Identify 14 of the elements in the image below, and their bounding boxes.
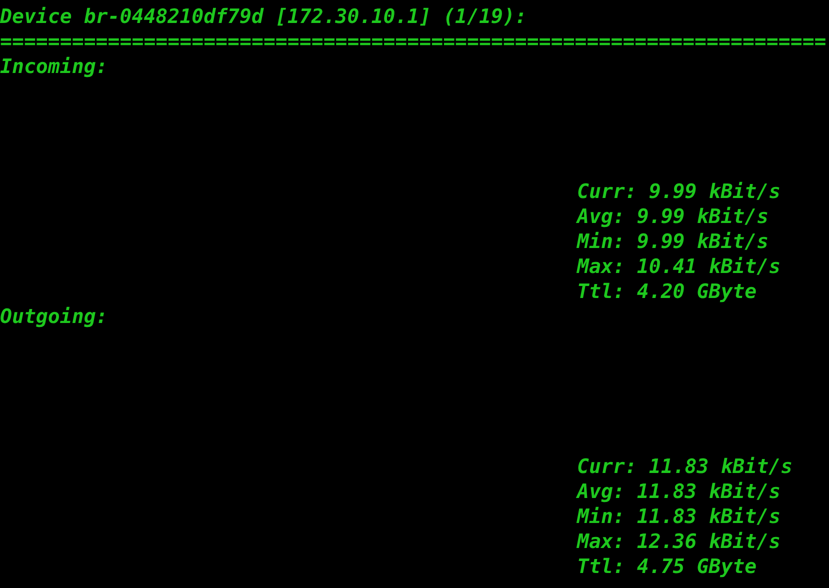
stat-line: Ttl: 4.20 GByte <box>577 279 757 304</box>
stat-line: Avg: 9.99 kBit/s <box>577 204 769 229</box>
stat-line: Min: 9.99 kBit/s <box>577 229 769 254</box>
stat-line: Curr: 11.83 kBit/s <box>577 454 793 479</box>
separator-line: ===================================================================== <box>0 29 828 54</box>
stat-line: Max: 12.36 kBit/s <box>577 529 781 554</box>
stat-line: Avg: 11.83 kBit/s <box>577 479 781 504</box>
stat-line: Ttl: 4.75 GByte <box>577 554 757 579</box>
section-label: Outgoing: <box>0 304 108 329</box>
stat-line: Max: 10.41 kBit/s <box>577 254 781 279</box>
device-title: Device br-0448210df79d [172.30.10.1] (1/19): <box>0 4 527 29</box>
stat-line: Min: 11.83 kBit/s <box>577 504 781 529</box>
stat-line: Curr: 9.99 kBit/s <box>577 179 781 204</box>
section-label: Incoming: <box>0 54 108 79</box>
